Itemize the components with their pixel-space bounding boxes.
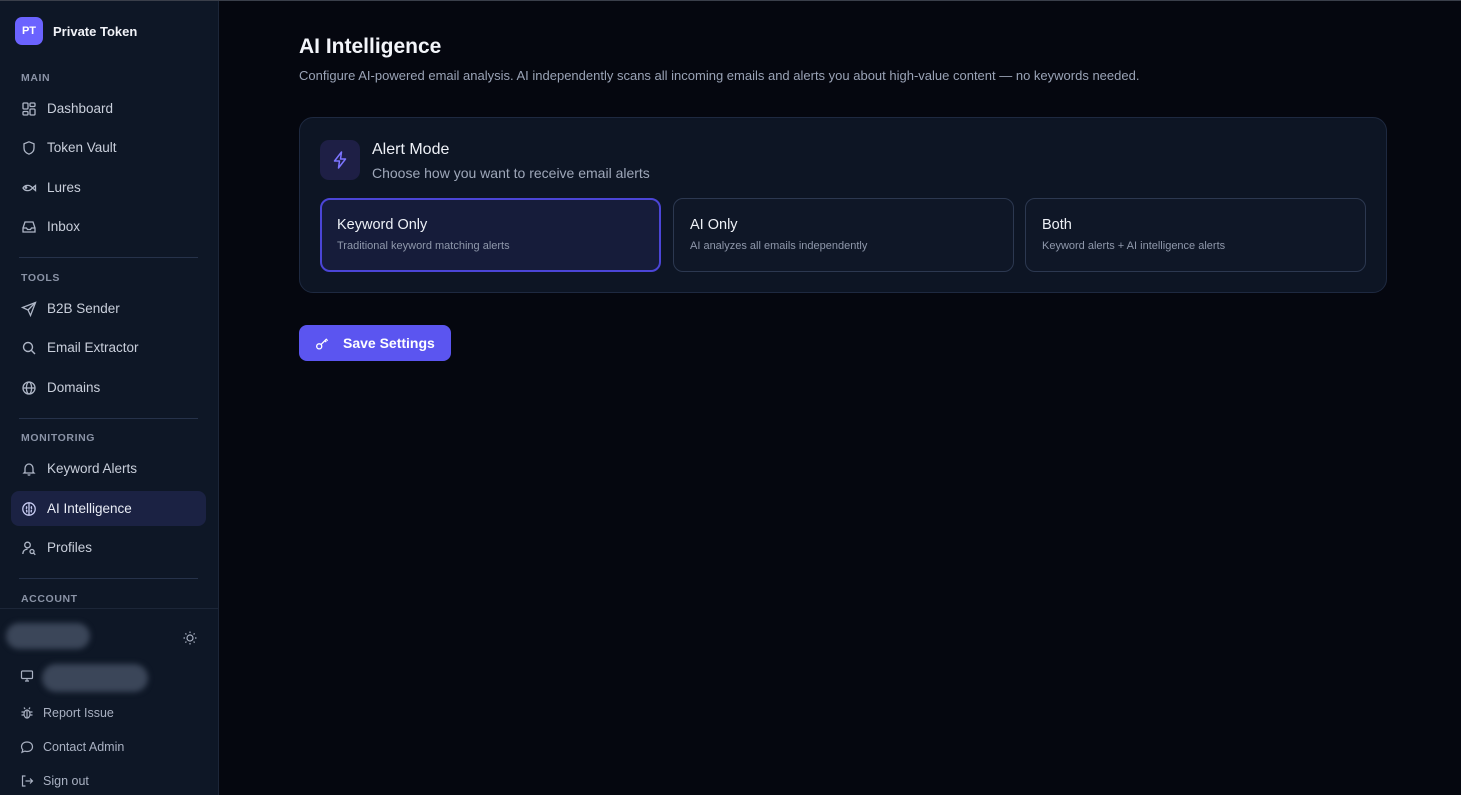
sidebar-item-ai-intelligence[interactable]: AI Intelligence — [11, 491, 206, 526]
brand[interactable]: PT Private Token — [15, 17, 137, 45]
monitor-icon — [20, 670, 34, 682]
sidebar-item-lures[interactable]: Lures — [11, 170, 206, 205]
section-label-account: ACCOUNT — [21, 593, 78, 605]
option-keyword-only[interactable]: Keyword Only Traditional keyword matchin… — [320, 198, 661, 272]
key-icon — [316, 337, 329, 350]
sidebar-item-label: Lures — [47, 180, 81, 195]
theme-toggle-button[interactable] — [181, 629, 199, 647]
option-title: Keyword Only — [337, 217, 428, 233]
option-description: Traditional keyword matching alerts — [337, 240, 510, 252]
device-item[interactable] — [20, 669, 34, 683]
window-top-border — [0, 0, 1461, 1]
sidebar-item-label: Email Extractor — [47, 340, 139, 355]
alert-mode-card: Alert Mode Choose how you want to receiv… — [299, 117, 1387, 293]
sidebar-item-dashboard[interactable]: Dashboard — [11, 91, 206, 126]
report-issue-label: Report Issue — [43, 706, 114, 720]
save-settings-button[interactable]: Save Settings — [299, 325, 451, 361]
section-label-monitoring: MONITORING — [21, 432, 96, 444]
sidebar-item-keyword-alerts[interactable]: Keyword Alerts — [11, 451, 206, 486]
page-title: AI Intelligence — [299, 35, 442, 58]
section-label-main: MAIN — [21, 72, 51, 84]
sidebar-item-label: Keyword Alerts — [47, 461, 138, 476]
option-title: Both — [1042, 217, 1072, 233]
sidebar-item-label: Profiles — [47, 540, 93, 555]
sidebar-item-label: Inbox — [47, 219, 81, 234]
inbox-icon — [21, 219, 37, 235]
option-description: AI analyzes all emails independently — [690, 240, 868, 252]
sidebar-item-b2b-sender[interactable]: B2B Sender — [11, 291, 206, 326]
page-subtitle: Configure AI-powered email analysis. AI … — [299, 68, 1140, 83]
sidebar-item-label: Domains — [47, 380, 101, 395]
alert-mode-title: Alert Mode — [372, 141, 450, 158]
bell-icon — [21, 461, 37, 477]
sign-out-label: Sign out — [43, 774, 89, 788]
redacted-device-info — [42, 664, 148, 692]
sidebar-item-label: B2B Sender — [47, 301, 120, 316]
globe-icon — [21, 380, 37, 396]
send-icon — [21, 300, 37, 317]
sidebar-item-label: AI Intelligence — [47, 501, 132, 516]
option-title: AI Only — [690, 217, 738, 233]
shield-icon — [21, 140, 37, 156]
sidebar-item-label: Token Vault — [47, 140, 117, 155]
sun-icon — [183, 631, 197, 645]
brain-icon — [21, 501, 37, 517]
dashboard-grid-icon — [21, 101, 37, 117]
save-settings-label: Save Settings — [343, 335, 435, 351]
contact-admin-link[interactable]: Contact Admin — [20, 740, 124, 754]
sidebar-item-inbox[interactable]: Inbox — [11, 209, 206, 244]
search-icon — [21, 340, 37, 356]
report-issue-link[interactable]: Report Issue — [20, 706, 114, 720]
sidebar-divider — [19, 418, 198, 419]
bug-icon — [21, 707, 33, 719]
sign-out-link[interactable]: Sign out — [20, 774, 89, 788]
sidebar-item-email-extractor[interactable]: Email Extractor — [11, 330, 206, 365]
section-label-tools: TOOLS — [21, 272, 60, 284]
option-both[interactable]: Both Keyword alerts + AI intelligence al… — [1025, 198, 1366, 272]
alert-mode-subtitle: Choose how you want to receive email ale… — [372, 165, 650, 181]
sidebar-item-label: Dashboard — [47, 101, 114, 116]
fish-icon — [21, 180, 37, 196]
sidebar-item-profiles[interactable]: Profiles — [11, 530, 206, 565]
sidebar-item-token-vault[interactable]: Token Vault — [11, 130, 206, 165]
brand-logo: PT — [15, 17, 43, 45]
option-ai-only[interactable]: AI Only AI analyzes all emails independe… — [673, 198, 1014, 272]
redacted-username — [6, 623, 90, 649]
lightning-icon — [320, 140, 360, 180]
brand-name: Private Token — [53, 23, 138, 39]
sidebar-divider — [19, 257, 198, 258]
sidebar-account-panel: Report Issue Contact Admin Sign out — [0, 608, 218, 795]
sidebar-divider — [19, 578, 198, 579]
sidebar-item-domains[interactable]: Domains — [11, 370, 206, 405]
user-search-icon — [21, 540, 37, 556]
chat-bubble-icon — [20, 741, 34, 754]
sidebar: PT Private Token MAIN Dashboard Token Va… — [0, 1, 219, 795]
option-description: Keyword alerts + AI intelligence alerts — [1042, 240, 1226, 252]
contact-admin-label: Contact Admin — [43, 740, 125, 754]
sign-out-icon — [21, 775, 34, 787]
